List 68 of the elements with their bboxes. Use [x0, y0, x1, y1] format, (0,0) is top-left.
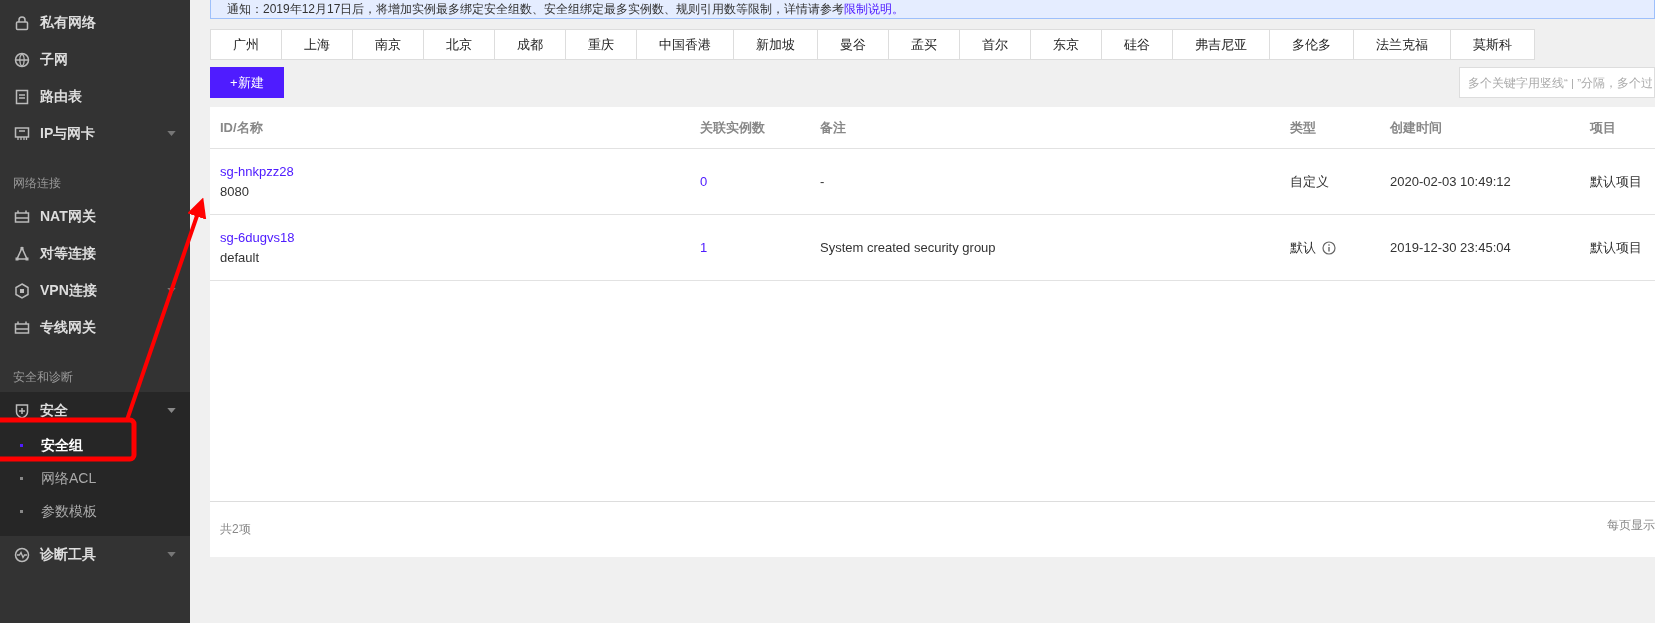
document-icon	[14, 88, 30, 105]
id-link[interactable]: sg-hnkpzz28	[220, 162, 690, 182]
table-cell-text: 2020-02-03 10:49:12	[1389, 172, 1512, 191]
sidebar-item[interactable]: 对等连接	[0, 235, 190, 272]
table-cell-text: 默认项目	[1589, 172, 1643, 191]
shield-icon	[14, 402, 30, 419]
region-tab[interactable]: 中国香港	[636, 29, 734, 60]
table-cell-text: 2019-12-30 23:45:04	[1389, 238, 1512, 257]
globe-icon	[14, 51, 30, 68]
name-text: default	[220, 248, 261, 267]
notice-text: 通知：2019年12月17日后，将增加实例最多绑定安全组数、安全组绑定最多实例数、规则引用数等限制，详情请参考限制说明。	[210, 0, 1655, 19]
sidebar-item[interactable]: 诊断工具	[0, 536, 190, 573]
gateway-icon	[14, 319, 30, 336]
sidebar-item[interactable]: 专线网关	[0, 309, 190, 346]
region-tab[interactable]: 首尔	[959, 29, 1031, 60]
region-tab[interactable]: 曼谷	[817, 29, 889, 60]
sidebar-item[interactable]: IP与网卡	[0, 115, 190, 152]
table-cell-text: 默认项目	[1589, 238, 1643, 257]
table-cell-text: 自定义	[1290, 172, 1329, 191]
sidebar-subitem[interactable]: 参数模板	[0, 495, 190, 528]
section-heading: 安全和诊断	[12, 369, 74, 386]
column-header: ID/名称	[219, 118, 264, 137]
column-header: 类型	[1289, 118, 1317, 137]
region-tab[interactable]: 北京	[423, 29, 495, 60]
region-tab[interactable]: 多伦多	[1269, 29, 1354, 60]
region-tab[interactable]: 成都	[494, 29, 566, 60]
instance-count-link[interactable]: 0	[700, 173, 708, 189]
region-tab[interactable]: 孟买	[888, 29, 960, 60]
lock-icon	[14, 14, 30, 31]
region-tab[interactable]: 新加坡	[733, 29, 818, 60]
column-header: 项目	[1588, 118, 1617, 137]
region-tab[interactable]: 上海	[281, 29, 353, 60]
id-link[interactable]: sg-6dugvs18	[220, 228, 690, 248]
triangle-nodes-icon	[14, 245, 30, 262]
region-tab[interactable]: 莫斯科	[1450, 29, 1535, 60]
pulse-icon	[14, 546, 30, 563]
sidebar-item[interactable]: NAT网关	[0, 198, 190, 235]
table-cell-text: 默认	[1290, 238, 1316, 257]
gateway-icon	[14, 208, 30, 225]
sidebar-item[interactable]: 子网	[0, 41, 190, 78]
region-tab[interactable]: 弗吉尼亚	[1172, 29, 1270, 60]
region-tab[interactable]: 重庆	[565, 29, 637, 60]
sidebar-subitem[interactable]: 网络ACL	[0, 462, 190, 495]
sidebar-item[interactable]: 私有网络	[0, 4, 190, 41]
instance-count-link[interactable]: 1	[700, 239, 708, 255]
region-tab[interactable]: 法兰克福	[1353, 29, 1451, 60]
hexagon-icon	[14, 282, 30, 299]
table-cell-text: System created security group	[819, 238, 997, 257]
total-count: 共2项	[220, 521, 251, 538]
sidebar-subitem[interactable]: 安全组	[0, 429, 190, 462]
region-tab[interactable]: 广州	[210, 29, 282, 60]
sidebar-item[interactable]: 安全	[0, 392, 190, 429]
region-tab[interactable]: 硅谷	[1101, 29, 1173, 60]
name-text: 8080	[220, 182, 250, 201]
per-page-label: 每页显示	[1607, 517, 1655, 534]
region-tab[interactable]: 东京	[1030, 29, 1102, 60]
search-field[interactable]: 多个关键字用竖线“ | ”分隔，多个过	[1459, 67, 1655, 98]
section-heading: 网络连接	[12, 175, 62, 192]
column-header: 创建时间	[1389, 118, 1443, 137]
region-tab[interactable]: 南京	[352, 29, 424, 60]
info-icon[interactable]	[1322, 240, 1336, 255]
new-button[interactable]: +新建	[210, 67, 284, 98]
table-cell-text: -	[819, 172, 826, 191]
network-card-icon	[14, 125, 30, 142]
column-header: 关联实例数	[699, 118, 766, 137]
column-header: 备注	[819, 118, 847, 137]
notice-link[interactable]: 限制说明。	[844, 2, 905, 16]
sidebar-item[interactable]: 路由表	[0, 78, 190, 115]
